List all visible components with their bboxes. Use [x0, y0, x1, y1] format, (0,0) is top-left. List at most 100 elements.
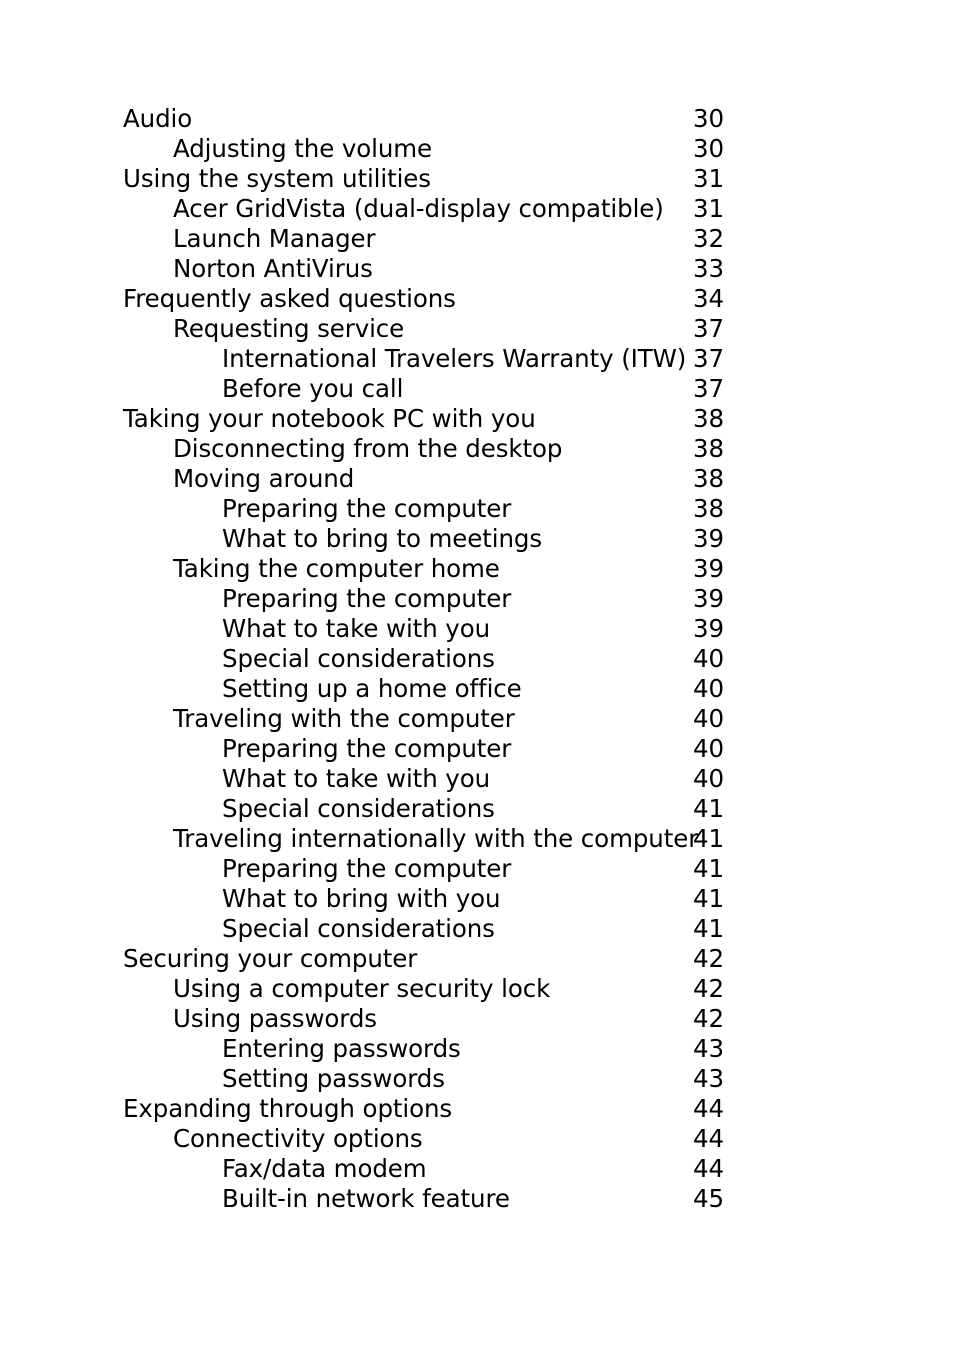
toc-entry-page-number: 42 [693, 974, 724, 1003]
toc-entry[interactable]: Using a computer security lock 42 [0, 974, 954, 1004]
toc-entry-page-number: 41 [693, 824, 724, 853]
toc-entry-page-number: 39 [693, 554, 724, 583]
toc-entry-title: International Travelers Warranty (ITW) [222, 344, 687, 373]
toc-entry-title: Preparing the computer [222, 734, 512, 763]
toc-entry[interactable]: Using passwords 42 [0, 1004, 954, 1034]
toc-entry-title: Before you call [222, 374, 404, 403]
toc-entry[interactable]: Audio 30 [0, 104, 954, 134]
toc-entry-page-number: 31 [693, 164, 724, 193]
toc-entry[interactable]: Preparing the computer 40 [0, 734, 954, 764]
toc-entry[interactable]: Expanding through options 44 [0, 1094, 954, 1124]
toc-entry-page-number: 43 [693, 1034, 724, 1063]
toc-entry-title: Setting up a home office [222, 674, 522, 703]
toc-entry-page-number: 39 [693, 524, 724, 553]
toc-entry-page-number: 43 [693, 1064, 724, 1093]
toc-entry-title: Using a computer security lock [173, 974, 551, 1003]
toc-entry[interactable]: Special considerations 41 [0, 914, 954, 944]
toc-entry-title: Adjusting the volume [173, 134, 433, 163]
toc-entry[interactable]: Preparing the computer 39 [0, 584, 954, 614]
toc-entry[interactable]: Securing your computer 42 [0, 944, 954, 974]
toc-entry[interactable]: Norton AntiVirus 33 [0, 254, 954, 284]
toc-entry-page-number: 41 [693, 914, 724, 943]
toc-entry[interactable]: Requesting service 37 [0, 314, 954, 344]
toc-entry[interactable]: What to take with you 39 [0, 614, 954, 644]
toc-entry-page-number: 39 [693, 614, 724, 643]
toc-entry-page-number: 41 [693, 884, 724, 913]
toc-entry-title: Special considerations [222, 914, 495, 943]
toc-entry-page-number: 38 [693, 464, 724, 493]
toc-entry-page-number: 37 [693, 344, 724, 373]
toc-entry-page-number: 37 [693, 314, 724, 343]
toc-entry[interactable]: Fax/data modem 44 [0, 1154, 954, 1184]
toc-entry[interactable]: Connectivity options 44 [0, 1124, 954, 1154]
toc-entry-title: Using passwords [173, 1004, 377, 1033]
toc-entry[interactable]: Taking your notebook PC with you 38 [0, 404, 954, 434]
toc-entry-page-number: 38 [693, 404, 724, 433]
toc-entry[interactable]: What to bring with you 41 [0, 884, 954, 914]
toc-entry-title: Disconnecting from the desktop [173, 434, 563, 463]
toc-entry-title: Entering passwords [222, 1034, 461, 1063]
toc-entry[interactable]: Taking the computer home 39 [0, 554, 954, 584]
toc-entry-title: Moving around [173, 464, 355, 493]
toc-entry-title: Audio [123, 104, 193, 133]
toc-entry-page-number: 44 [693, 1094, 724, 1123]
toc-entry-title: Connectivity options [173, 1124, 423, 1153]
toc-entry-title: What to take with you [222, 614, 491, 643]
toc-entry-title: Preparing the computer [222, 854, 512, 883]
toc-entry-page-number: 39 [693, 584, 724, 613]
toc-entry[interactable]: Moving around 38 [0, 464, 954, 494]
toc-entry-title: What to take with you [222, 764, 491, 793]
toc-entry[interactable]: Preparing the computer 38 [0, 494, 954, 524]
toc-entry[interactable]: Acer GridVista (dual-display compatible)… [0, 194, 954, 224]
toc-entry[interactable]: Built-in network feature 45 [0, 1184, 954, 1214]
toc-entry-page-number: 32 [693, 224, 724, 253]
toc-entry-title: Taking your notebook PC with you [123, 404, 536, 433]
table-of-contents: Audio 30 Adjusting the volume 30 Using the s… [0, 104, 954, 1214]
toc-entry[interactable]: Setting up a home office 40 [0, 674, 954, 704]
toc-entry-page-number: 41 [693, 854, 724, 883]
toc-entry-page-number: 40 [693, 674, 724, 703]
toc-entry-title: Launch Manager [173, 224, 376, 253]
toc-entry-title: Preparing the computer [222, 584, 512, 613]
toc-entry-title: Fax/data modem [222, 1154, 427, 1183]
toc-entry-title: Norton AntiVirus [173, 254, 373, 283]
toc-entry[interactable]: Using the system utilities 31 [0, 164, 954, 194]
toc-entry-page-number: 40 [693, 764, 724, 793]
toc-entry-page-number: 34 [693, 284, 724, 313]
toc-entry[interactable]: Entering passwords 43 [0, 1034, 954, 1064]
toc-entry-page-number: 30 [693, 104, 724, 133]
toc-entry[interactable]: Special considerations 40 [0, 644, 954, 674]
toc-entry[interactable]: Traveling with the computer 40 [0, 704, 954, 734]
toc-entry[interactable]: Launch Manager 32 [0, 224, 954, 254]
toc-entry-page-number: 38 [693, 434, 724, 463]
toc-entry-page-number: 45 [693, 1184, 724, 1213]
toc-entry-title: Using the system utilities [123, 164, 431, 193]
toc-entry-page-number: 40 [693, 644, 724, 673]
toc-entry-page-number: 31 [693, 194, 724, 223]
toc-entry-page-number: 37 [693, 374, 724, 403]
toc-entry-title: Special considerations [222, 794, 495, 823]
toc-entry[interactable]: What to take with you 40 [0, 764, 954, 794]
toc-entry-title: What to bring with you [222, 884, 501, 913]
toc-entry-title: Requesting service [173, 314, 405, 343]
toc-entry[interactable]: Preparing the computer 41 [0, 854, 954, 884]
toc-entry-title: Special considerations [222, 644, 495, 673]
toc-entry[interactable]: Traveling internationally with the compu… [0, 824, 954, 854]
toc-entry-title: Acer GridVista (dual-display compatible) [173, 194, 664, 223]
toc-entry[interactable]: Setting passwords 43 [0, 1064, 954, 1094]
toc-entry[interactable]: Special considerations 41 [0, 794, 954, 824]
toc-entry-page-number: 30 [693, 134, 724, 163]
toc-entry-page-number: 41 [693, 794, 724, 823]
toc-entry-title: Taking the computer home [173, 554, 500, 583]
toc-entry-title: What to bring to meetings [222, 524, 542, 553]
toc-entry-title: Setting passwords [222, 1064, 445, 1093]
toc-entry-page-number: 42 [693, 944, 724, 973]
toc-entry[interactable]: Disconnecting from the desktop 38 [0, 434, 954, 464]
toc-entry[interactable]: Frequently asked questions 34 [0, 284, 954, 314]
toc-entry[interactable]: What to bring to meetings 39 [0, 524, 954, 554]
toc-entry[interactable]: International Travelers Warranty (ITW) 37 [0, 344, 954, 374]
toc-entry[interactable]: Before you call 37 [0, 374, 954, 404]
toc-entry-title: Traveling with the computer [173, 704, 515, 733]
toc-entry-title: Preparing the computer [222, 494, 512, 523]
toc-entry[interactable]: Adjusting the volume 30 [0, 134, 954, 164]
